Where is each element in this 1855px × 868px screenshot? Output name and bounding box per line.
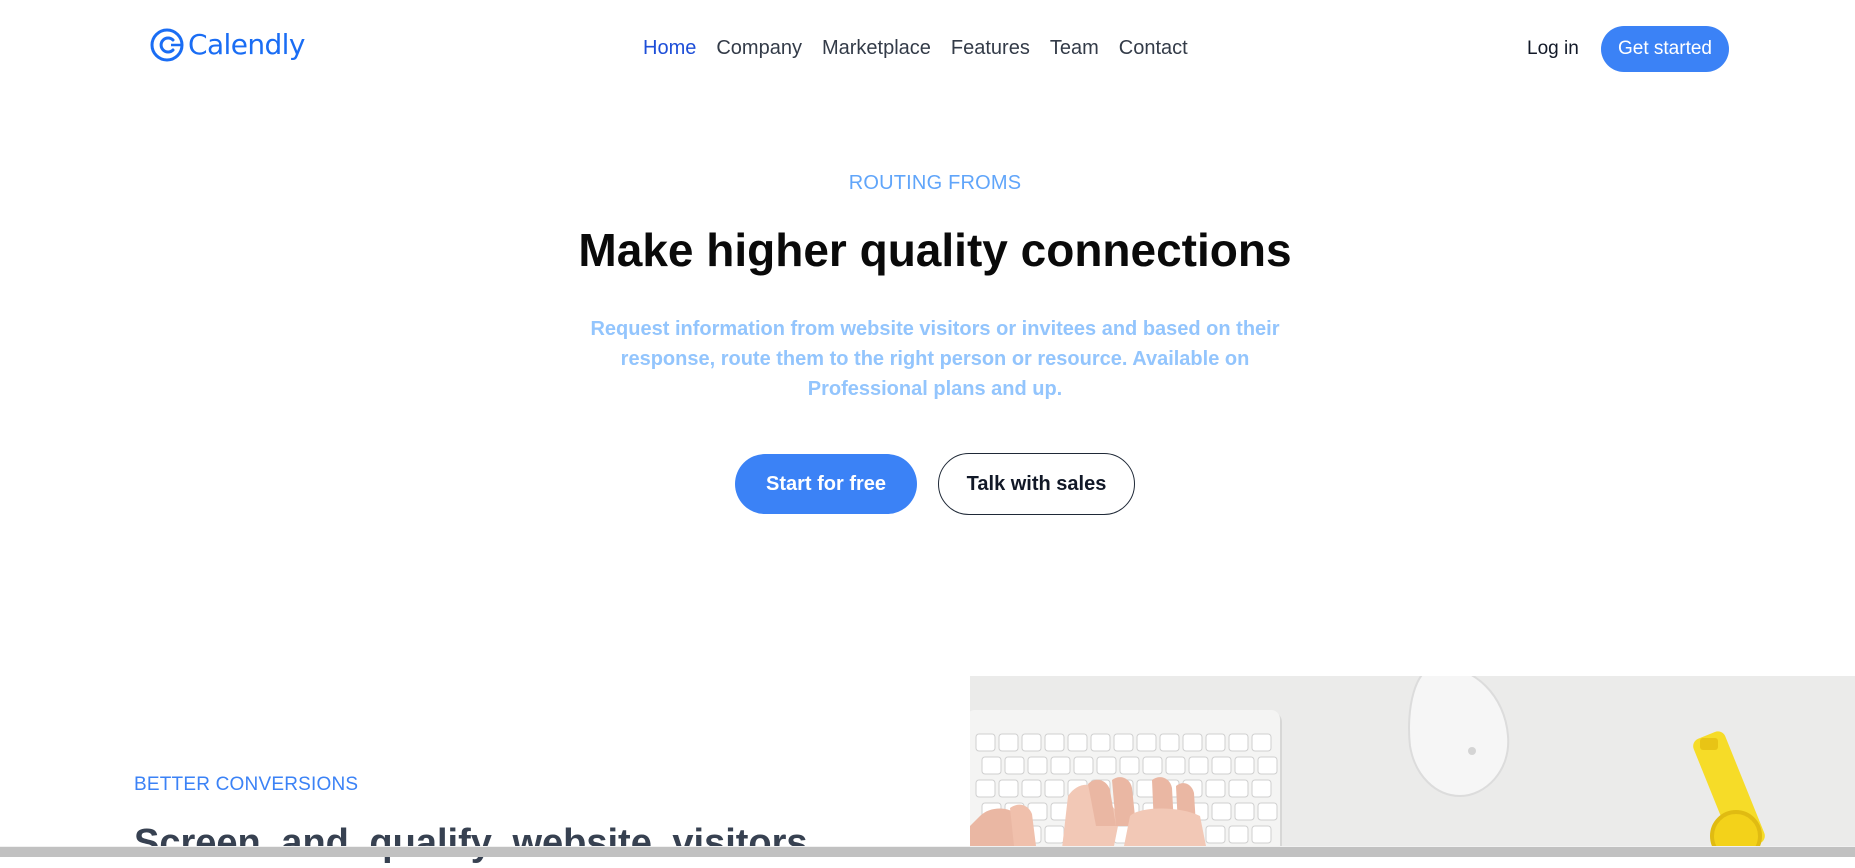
keyboard-key <box>1234 802 1255 821</box>
keyboard-key <box>1119 756 1140 775</box>
logo-link[interactable]: Calendly <box>150 28 305 62</box>
keyboard-key <box>1096 756 1117 775</box>
feature-title: Screen and qualify website visitors <box>134 822 808 864</box>
keyboard-key <box>1182 733 1203 752</box>
keyboard-photo <box>970 676 1855 846</box>
keyboard-key <box>1044 733 1065 752</box>
nav-link-home[interactable]: Home <box>643 34 696 62</box>
nav-link-marketplace[interactable]: Marketplace <box>822 34 931 62</box>
nav-link-company[interactable]: Company <box>716 34 802 62</box>
keyboard-key <box>1205 825 1226 844</box>
calendly-logo-icon <box>150 28 184 62</box>
keyboard-key <box>975 779 996 798</box>
keyboard-key <box>1027 756 1048 775</box>
keyboard-key <box>1090 733 1111 752</box>
keyboard-key <box>1021 779 1042 798</box>
keyboard-key <box>998 779 1019 798</box>
nav-link-features[interactable]: Features <box>951 34 1030 62</box>
keyboard-key <box>1234 756 1255 775</box>
keyboard-key <box>1021 733 1042 752</box>
site-header: Calendly Home Company Marketplace Featur… <box>0 0 1855 98</box>
keyboard-key <box>1251 825 1272 844</box>
hero-eyebrow: ROUTING FROMS <box>848 172 1022 194</box>
keyboard-key <box>1004 756 1025 775</box>
keyboard-key <box>981 756 1002 775</box>
get-started-button[interactable]: Get started <box>1601 26 1729 72</box>
main-nav: Home Company Marketplace Features Team C… <box>643 34 1188 62</box>
keyboard-key <box>1136 733 1157 752</box>
keyboard-key <box>1165 756 1186 775</box>
keyboard-key <box>1211 802 1232 821</box>
keyboard-key <box>1050 756 1071 775</box>
start-for-free-button[interactable]: Start for free <box>735 454 917 514</box>
keyboard-key <box>1211 756 1232 775</box>
keyboard-key <box>1113 733 1134 752</box>
keyboard-key <box>1067 733 1088 752</box>
keyboard-key <box>1228 733 1249 752</box>
login-link[interactable]: Log in <box>1527 36 1579 62</box>
keyboard-key <box>1073 756 1094 775</box>
keyboard-key <box>1251 733 1272 752</box>
hero-description: Request information from website visitor… <box>590 318 1280 400</box>
talk-with-sales-button[interactable]: Talk with sales <box>938 453 1135 515</box>
keyboard-key <box>1205 779 1226 798</box>
hero-title: Make higher quality connections <box>578 224 1292 276</box>
keyboard-key <box>975 733 996 752</box>
keyboard-key <box>1251 779 1272 798</box>
feature-eyebrow: BETTER CONVERSIONS <box>134 774 359 795</box>
keyboard-key <box>1142 756 1163 775</box>
keyboard-key <box>1159 733 1180 752</box>
keyboard-key <box>1205 733 1226 752</box>
keyboard-key <box>1044 779 1065 798</box>
scrollbar-thumb[interactable] <box>0 847 1855 857</box>
keyboard-key <box>1228 825 1249 844</box>
keyboard-key <box>1188 756 1209 775</box>
keyboard-key <box>1228 779 1249 798</box>
keyboard-key <box>1044 825 1065 844</box>
nav-link-team[interactable]: Team <box>1050 34 1099 62</box>
keyboard-photo-illustration <box>970 676 1855 846</box>
keyboard-key <box>1257 756 1278 775</box>
keyboard-key <box>998 733 1019 752</box>
nav-link-contact[interactable]: Contact <box>1119 34 1188 62</box>
keyboard-key <box>1257 802 1278 821</box>
horizontal-scrollbar[interactable] <box>0 846 1855 857</box>
brand-name: Calendly <box>188 28 305 61</box>
